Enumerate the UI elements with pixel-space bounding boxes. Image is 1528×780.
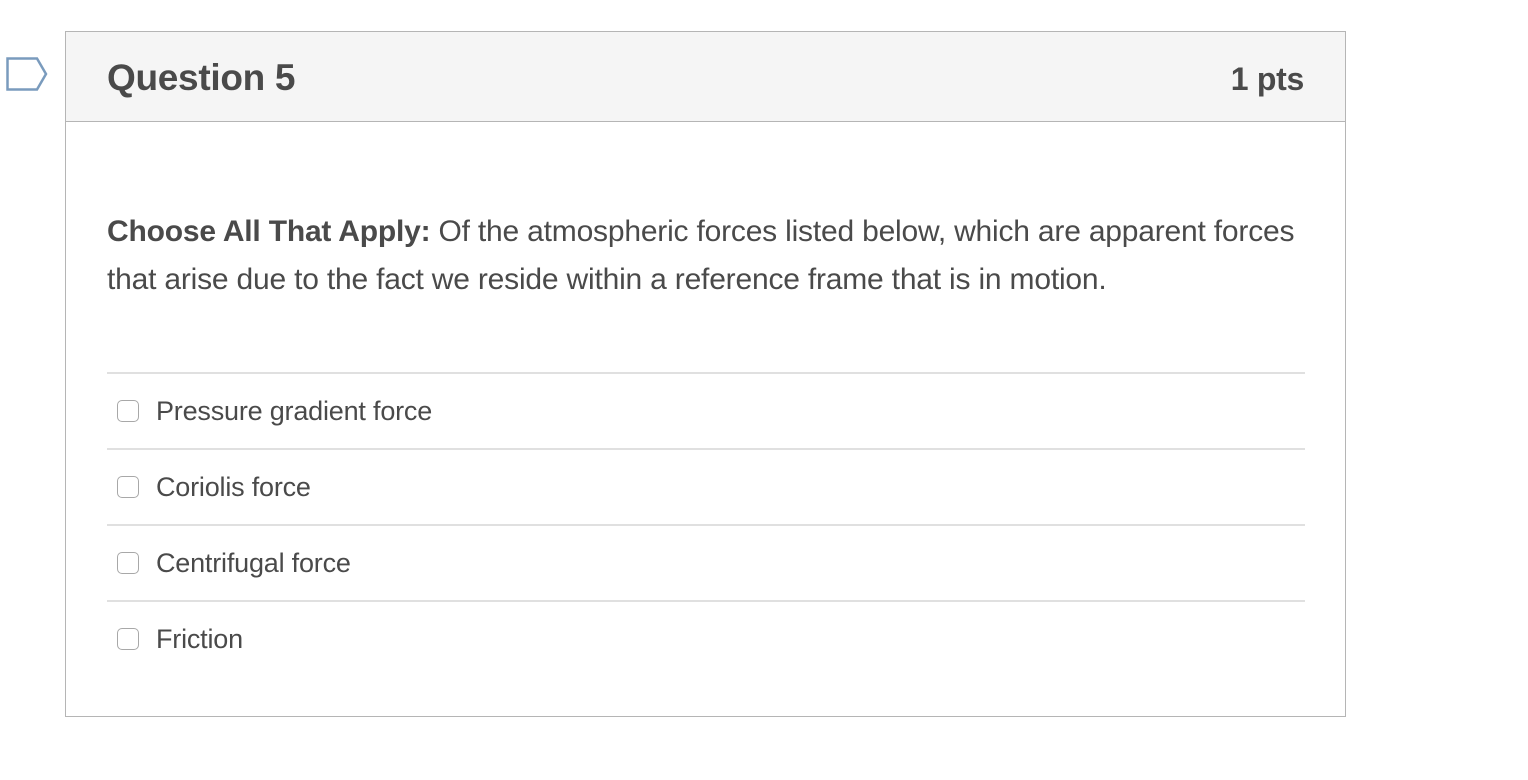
answer-label[interactable]: Centrifugal force: [156, 547, 351, 579]
question-prompt: Choose All That Apply: Of the atmospheri…: [107, 208, 1317, 304]
answer-option-coriolis[interactable]: Coriolis force: [107, 450, 1305, 526]
answer-checkbox[interactable]: [117, 628, 139, 650]
prompt-lead: Choose All That Apply:: [107, 215, 431, 248]
answer-checkbox[interactable]: [117, 552, 139, 574]
answer-option-pressure-gradient[interactable]: Pressure gradient force: [107, 374, 1305, 450]
question-title: Question 5: [107, 57, 296, 98]
answer-list: Pressure gradient force Coriolis force C…: [107, 372, 1305, 676]
question-card: Question 5 1 pts Choose All That Apply: …: [65, 31, 1346, 717]
flag-question-icon[interactable]: [6, 57, 48, 91]
answer-label[interactable]: Friction: [156, 623, 243, 655]
answer-label[interactable]: Coriolis force: [156, 471, 311, 503]
question-points: 1 pts: [1230, 61, 1305, 97]
answer-checkbox[interactable]: [117, 476, 139, 498]
answer-label[interactable]: Pressure gradient force: [156, 395, 432, 427]
answer-checkbox[interactable]: [117, 400, 139, 422]
answer-option-friction[interactable]: Friction: [107, 602, 1305, 676]
answer-option-centrifugal[interactable]: Centrifugal force: [107, 526, 1305, 602]
question-header: Question 5 1 pts: [66, 32, 1345, 122]
